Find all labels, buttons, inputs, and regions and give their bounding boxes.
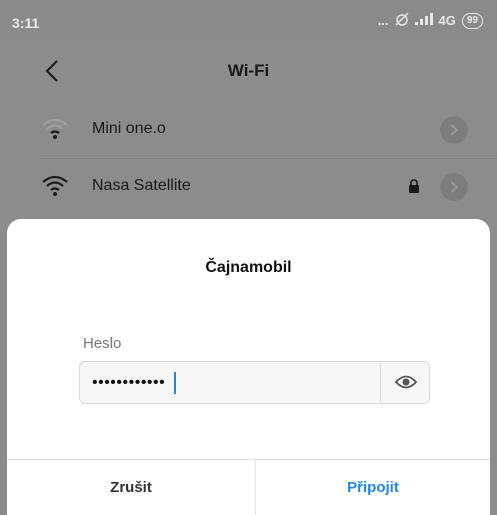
- wifi-full-icon: [42, 175, 68, 197]
- network-details-button[interactable]: [440, 116, 468, 144]
- header: Wi-Fi: [0, 40, 497, 102]
- password-value: ••••••••••••: [92, 374, 166, 391]
- password-dialog: Čajnamobil Heslo •••••••••••• Zrušit Při…: [7, 219, 490, 515]
- eye-icon: [395, 375, 417, 389]
- dialog-title: Čajnamobil: [205, 259, 292, 276]
- lock-icon: [408, 179, 420, 193]
- alarm-off-icon: [395, 12, 409, 29]
- status-bar: 3:11 ... 4G 99: [0, 0, 497, 40]
- network-details-button[interactable]: [440, 173, 468, 201]
- status-time: 3:11: [12, 15, 40, 31]
- network-item-nasa-satellite[interactable]: Nasa Satellite: [0, 159, 497, 215]
- battery-icon: 99: [461, 12, 483, 29]
- network-name: Mini one.o: [92, 120, 166, 137]
- password-label: Heslo: [83, 335, 122, 352]
- wifi-weak-icon: [42, 118, 68, 140]
- status-icons: ... 4G 99: [378, 12, 483, 29]
- connect-button[interactable]: Připojit: [256, 459, 490, 515]
- notification-dots: ...: [377, 13, 389, 28]
- text-cursor: [174, 372, 176, 394]
- network-type: 4G: [438, 13, 456, 28]
- show-password-button[interactable]: [382, 362, 430, 403]
- field-separator: [380, 362, 381, 403]
- page-title: Wi-Fi: [227, 61, 270, 80]
- network-item-mini-one[interactable]: Mini one.o: [0, 102, 497, 158]
- password-field[interactable]: ••••••••••••: [79, 361, 430, 404]
- signal-icon: [414, 13, 433, 28]
- battery-level: 99: [466, 14, 478, 26]
- cancel-button[interactable]: Zrušit: [7, 459, 255, 515]
- network-name: Nasa Satellite: [92, 177, 191, 194]
